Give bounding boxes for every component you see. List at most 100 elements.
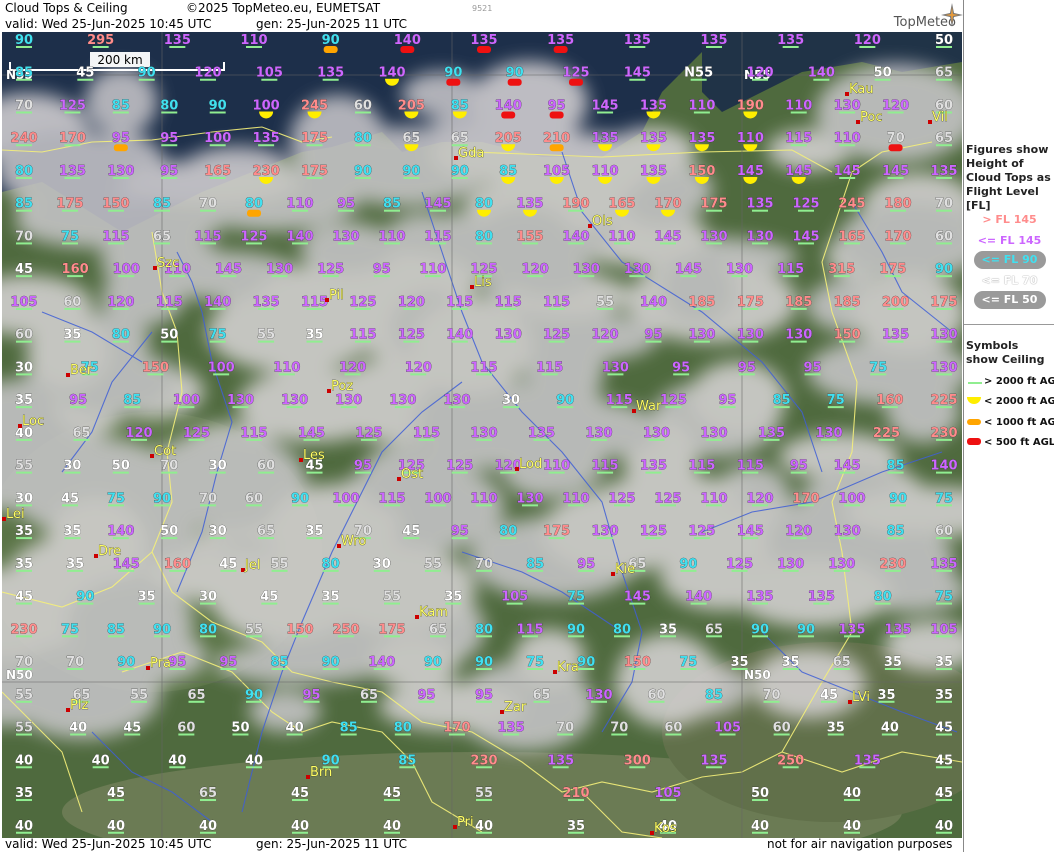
cloud-top-label: 35 (63, 328, 81, 343)
cloud-top-label: 115 (543, 295, 570, 310)
cloud-top-label: 75 (869, 360, 887, 375)
sym-lt500-icon (967, 438, 981, 445)
cloud-top-label: 145 (624, 66, 651, 81)
cloud-top-label: 105 (654, 786, 681, 801)
city-label: Lod (519, 457, 542, 472)
cloud-top-label: 50 (874, 66, 892, 81)
city-label: Ber (70, 363, 93, 378)
cloud-top-label: 120 (522, 262, 549, 277)
city-label: Kau (849, 82, 874, 97)
cloud-top-label: 135 (59, 164, 86, 179)
cloud-top-label: 120 (746, 491, 773, 506)
legend-symbols-title: Symbols show Ceiling (966, 339, 1045, 366)
cloud-top-label: 85 (705, 688, 723, 703)
cloud-top-label: 75 (935, 590, 953, 605)
cloud-top-label: 35 (305, 524, 323, 539)
cloud-top-label: 55 (596, 295, 614, 310)
cloud-top-label: 135 (758, 426, 785, 441)
cloud-top-label: 180 (884, 197, 911, 212)
cloud-top-label: 125 (726, 557, 753, 572)
cloud-top-label: 40 (245, 753, 263, 768)
cloud-top-label: 115 (536, 360, 563, 375)
cloud-top-label: 95 (644, 328, 662, 343)
city-label: Vil (932, 110, 948, 125)
cloud-top-label: 55 (475, 786, 493, 801)
cloud-top-label: 190 (562, 197, 589, 212)
cloud-top-label: 40 (15, 753, 33, 768)
cloud-top-label: 60 (245, 491, 263, 506)
cloud-top-label: 105 (501, 590, 528, 605)
gen-time: gen: 25-Jun-2025 11 UTC (256, 17, 408, 31)
cloud-top-label: 90 (444, 66, 462, 81)
legend-level-mid: <= FL 145 (977, 234, 1042, 247)
cloud-top-label: 35 (15, 393, 33, 408)
cloud-top-label: 35 (567, 819, 585, 834)
cloud-top-label: 125 (660, 393, 687, 408)
city-label: Dre (98, 544, 121, 559)
cloud-top-label: 175 (879, 262, 906, 277)
legend-sym-lt500: < 500 ft AGL (984, 437, 1054, 448)
cloud-top-label: 95 (69, 393, 87, 408)
cloud-top-label: 110 (543, 459, 570, 474)
cloud-top-label: 150 (688, 164, 715, 179)
cloud-top-label: 175 (543, 524, 570, 539)
cloud-top-label: 65 (935, 66, 953, 81)
cloud-top-label: 140 (562, 229, 589, 244)
cloud-top-label: 145 (113, 557, 140, 572)
cloud-top-label: 65 (833, 655, 851, 670)
cloud-top-label: 55 (257, 328, 275, 343)
city-label: Brn (310, 765, 332, 780)
cloud-top-label: 230 (10, 622, 37, 637)
cloud-top-label: 80 (160, 98, 178, 113)
cloud-top-label: 135 (640, 98, 667, 113)
grid-label: N50 (744, 668, 771, 682)
cloud-top-label: 70 (160, 459, 178, 474)
city-label: Kie (615, 562, 635, 577)
city-label: Ost (401, 467, 423, 482)
cloud-top-label: 80 (475, 229, 493, 244)
city-label: Jel (244, 558, 260, 573)
cloud-top-label: 95 (160, 164, 178, 179)
cloud-top-label: 140 (930, 459, 957, 474)
cloud-top-label: 45 (61, 491, 79, 506)
cloud-top-label: 60 (63, 295, 81, 310)
cloud-top-label: 145 (785, 164, 812, 179)
satellite-map[interactable]: 200 km N55 N55 N50 N50 90 295 135 110 90 140 135 1… (2, 32, 962, 838)
cloud-top-label: 145 (737, 164, 764, 179)
cloud-top-label: 115 (413, 426, 440, 441)
legend-figures-title: Figures show Height of Cloud Tops as Fli… (966, 143, 1051, 212)
cloud-top-label: 135 (777, 33, 804, 48)
cloud-top-label: 95 (718, 393, 736, 408)
cloud-top-label: 190 (737, 98, 764, 113)
cloud-top-label: 95 (451, 524, 469, 539)
cloud-top-label: 45 (260, 590, 278, 605)
city-label: Pra (150, 656, 171, 671)
cloud-top-label: 100 (173, 393, 200, 408)
header-bar: Cloud Tops & Ceiling ©2025 TopMeteo.eu, … (0, 0, 962, 32)
cloud-top-label: 140 (446, 328, 473, 343)
cloud-top-label: 30 (373, 557, 391, 572)
cloud-top-label: 35 (63, 524, 81, 539)
cloud-top-label: 110 (737, 131, 764, 146)
cloud-top-label: 120 (746, 66, 773, 81)
cloud-top-label: 95 (354, 459, 372, 474)
cloud-top-label: 65 (402, 131, 420, 146)
cloud-top-label: 60 (354, 98, 372, 113)
cloud-top-label: 130 (700, 426, 727, 441)
cloud-top-label: 245 (301, 98, 328, 113)
cloud-top-label: 60 (177, 721, 195, 736)
cloud-top-label: 200 (882, 295, 909, 310)
cloud-top-label: 130 (834, 524, 861, 539)
cloud-top-label: 70 (199, 197, 217, 212)
cloud-top-label: 135 (930, 557, 957, 572)
sym-lt2000-icon (967, 397, 981, 404)
cloud-top-label: 75 (827, 393, 845, 408)
cloud-top-label: 130 (700, 229, 727, 244)
cloud-top-label: 45 (935, 721, 953, 736)
cloud-top-label: 115 (737, 459, 764, 474)
city-label: Gda (458, 146, 484, 161)
cloud-top-label: 120 (107, 295, 134, 310)
cloud-top-label: 65 (187, 688, 205, 703)
cloud-top-label: 135 (640, 131, 667, 146)
cloud-top-label: 45 (402, 524, 420, 539)
